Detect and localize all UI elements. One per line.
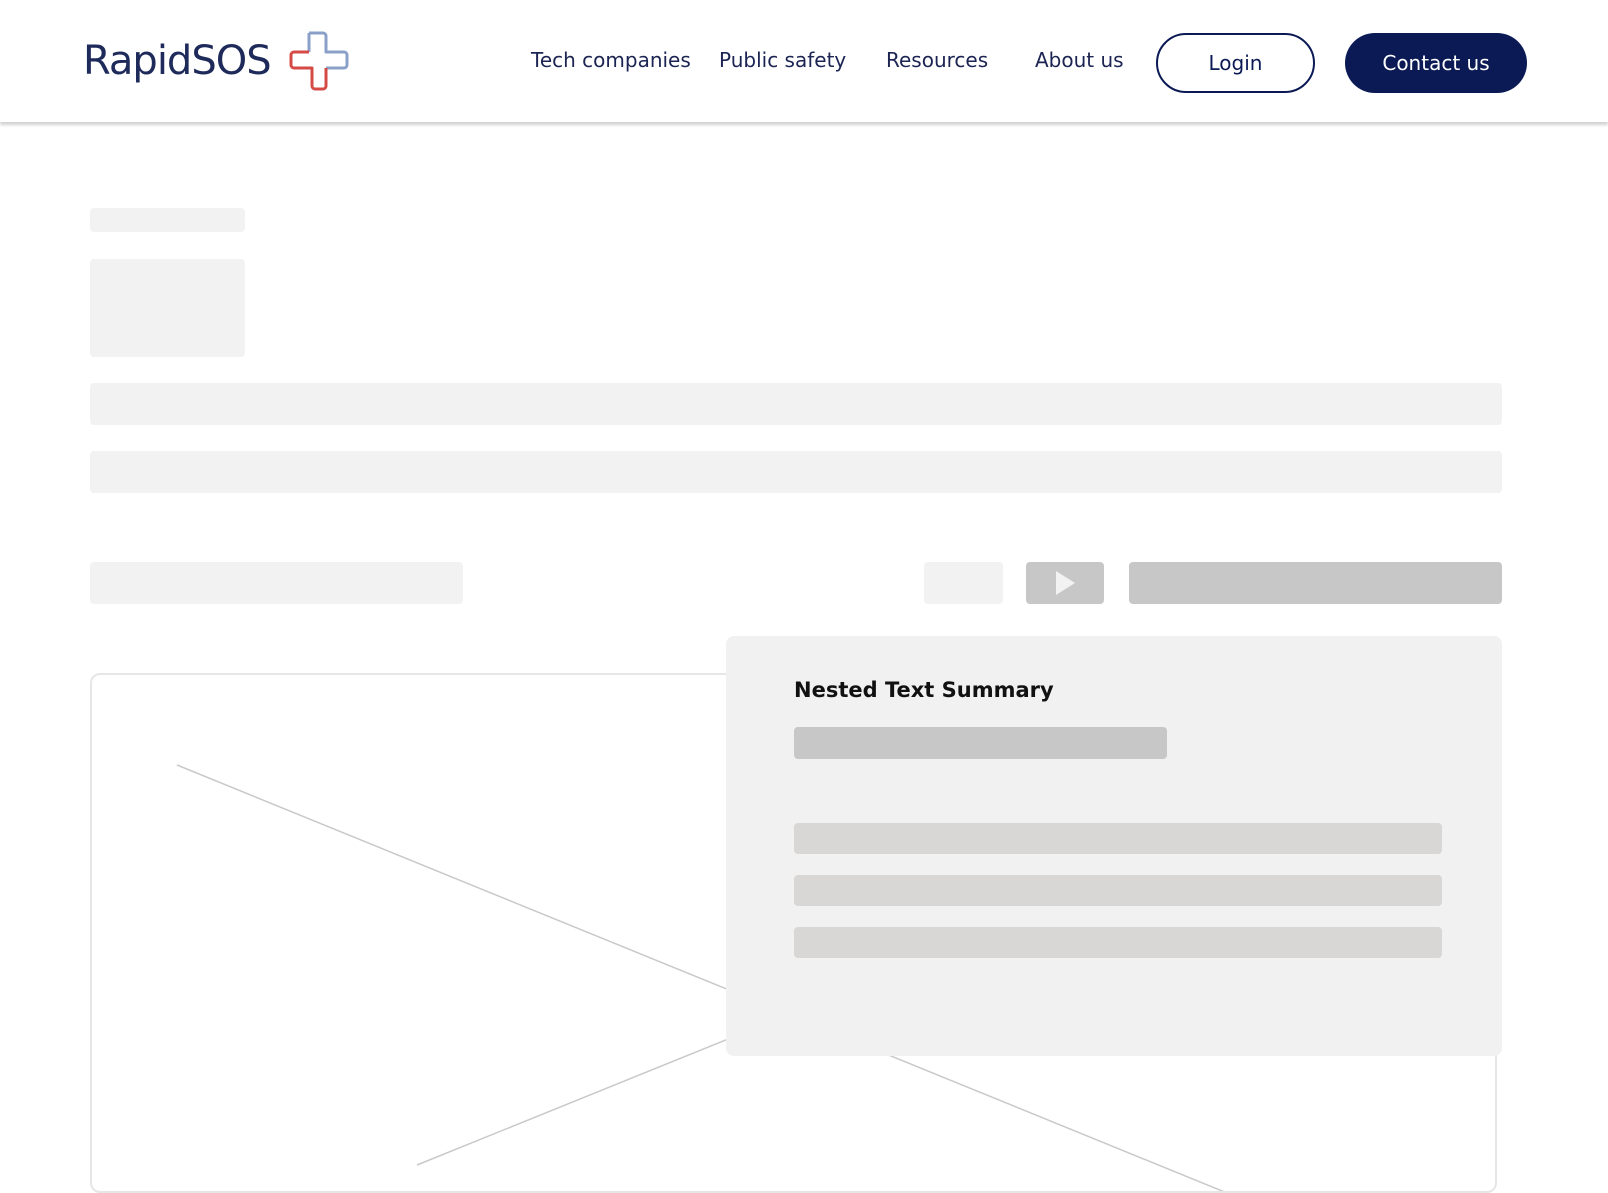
summary-line-placeholder xyxy=(794,927,1442,958)
summary-line-placeholder xyxy=(794,823,1442,854)
placeholder-eyebrow xyxy=(90,208,245,232)
summary-line-placeholder xyxy=(794,875,1442,906)
placeholder-line-2 xyxy=(90,451,1502,493)
rapidsos-cross-icon xyxy=(289,31,349,91)
nav-about-us[interactable]: About us xyxy=(1035,48,1124,72)
nav-resources[interactable]: Resources xyxy=(886,48,988,72)
login-button[interactable]: Login xyxy=(1156,33,1315,93)
rapidsos-logo[interactable]: RapidSOS xyxy=(83,28,351,94)
summary-subtitle-placeholder xyxy=(794,727,1167,759)
contact-us-button[interactable]: Contact us xyxy=(1345,33,1527,93)
placeholder-cta-button[interactable] xyxy=(1129,562,1502,604)
placeholder-small-button[interactable] xyxy=(924,562,1003,604)
placeholder-title-block xyxy=(90,259,245,357)
logo-text: RapidSOS xyxy=(83,38,272,84)
placeholder-meta xyxy=(90,562,463,604)
summary-title: Nested Text Summary xyxy=(794,678,1054,702)
nav-public-safety[interactable]: Public safety xyxy=(719,48,846,72)
placeholder-line-1 xyxy=(90,383,1502,425)
nested-text-summary-card: Nested Text Summary xyxy=(726,636,1502,1056)
site-header: RapidSOS Tech companies Public safety Re… xyxy=(0,0,1608,122)
nav-tech-companies[interactable]: Tech companies xyxy=(531,48,691,72)
play-icon xyxy=(1056,571,1075,595)
play-video-button[interactable] xyxy=(1026,562,1104,604)
